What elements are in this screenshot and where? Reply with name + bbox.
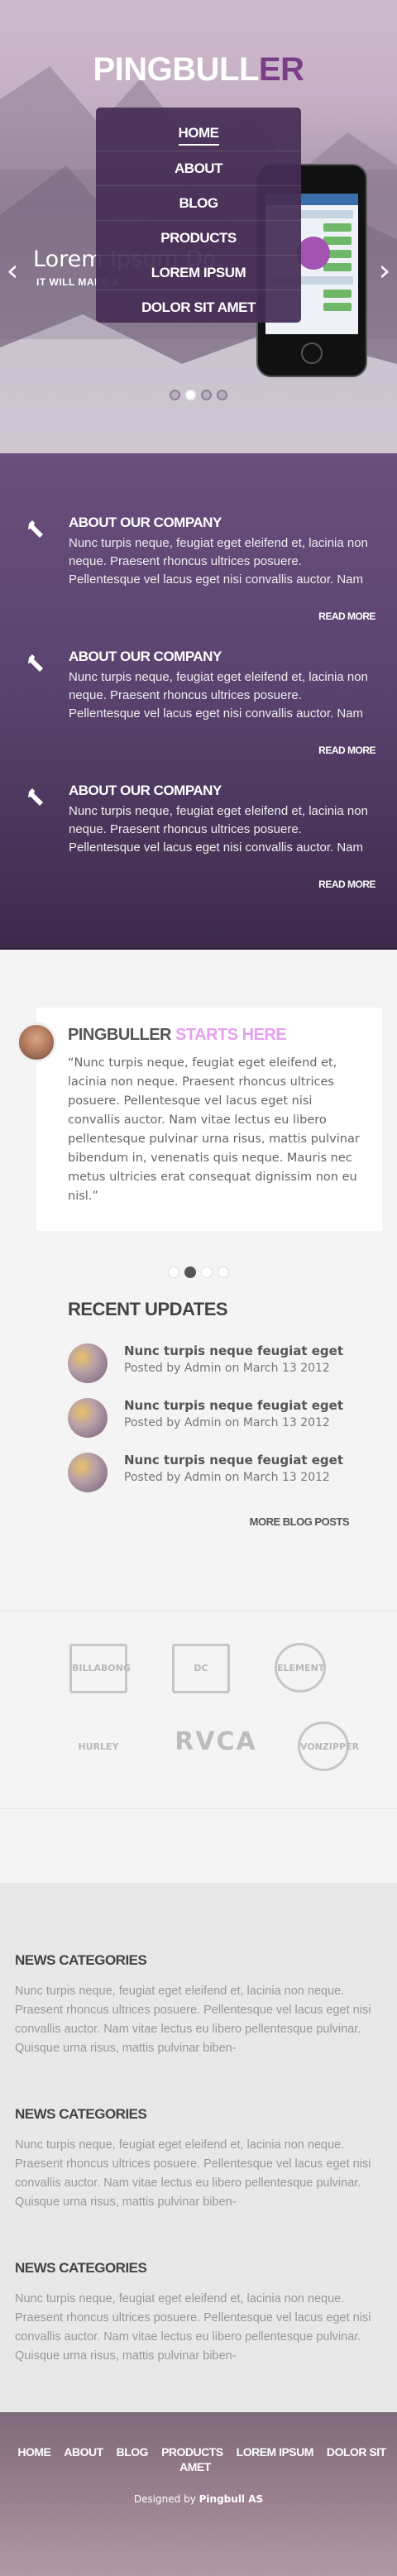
about-item: ABOUT OUR COMPANY Nunc turpis neque, feug… <box>26 649 375 783</box>
wrench-icon <box>26 520 48 541</box>
post-title[interactable]: Nunc turpis neque feugiat eget <box>124 1398 397 1416</box>
about-item-text: Nunc turpis neque, feugiat eget eleifend… <box>69 804 368 855</box>
post-item[interactable]: Nunc turpis neque feugiat eget Posted by … <box>68 1453 397 1507</box>
testimonial-title: PINGBULLER STARTS HERE <box>68 1026 287 1044</box>
news-category-text: Nunc turpis neque, feugiat eget eleifend… <box>15 2292 371 2363</box>
recent-updates-heading: RECENT UPDATES <box>68 1299 228 1319</box>
news-category-text: Nunc turpis neque, feugiat eget eleifend… <box>15 2138 371 2209</box>
nav-item-dolor-sit-amet[interactable]: DOLOR SIT AMET <box>96 290 301 324</box>
next-slide-arrow-icon[interactable]: › <box>374 255 395 288</box>
news-category-title: NEWS CATEGORIES <box>15 1952 147 1968</box>
post-thumbnail <box>68 1398 108 1438</box>
footer-nav-item-about[interactable]: ABOUT <box>64 2445 103 2459</box>
news-category-text: Nunc turpis neque, feugiat eget eleifend… <box>15 1985 371 2055</box>
news-section: NEWS CATEGORIES Nunc turpis neque, feugia… <box>0 1883 397 2412</box>
about-item-text: Nunc turpis neque, feugiat eget eleifend… <box>69 536 368 587</box>
testimonial-dot[interactable] <box>201 1266 213 1278</box>
post-item[interactable]: Nunc turpis neque feugiat eget Posted by … <box>68 1343 397 1398</box>
brand-logos: BILLABONG DC ELEMENT HURLEY RVCA VONZIPPER <box>0 1611 397 1809</box>
brand-logo-billabong[interactable]: BILLABONG <box>69 1644 131 1693</box>
hero-slider: PINGBULLER Lorem Ipsum Do IT WILL MAKE A… <box>0 0 397 453</box>
about-item: ABOUT OUR COMPANY Nunc turpis neque, feug… <box>26 515 375 649</box>
news-category: NEWS CATEGORIES Nunc turpis neque, feugia… <box>15 2260 382 2414</box>
post-thumbnail <box>68 1453 108 1492</box>
site-logo[interactable]: PINGBULLER <box>0 51 397 89</box>
more-blog-posts-link[interactable]: MORE BLOG POSTS <box>0 1507 397 1528</box>
nav-item-home[interactable]: HOME <box>96 116 301 151</box>
post-meta: Posted by Admin on March 13 2012 <box>124 1362 330 1375</box>
avatar <box>17 1022 56 1062</box>
footer-nav-item-home[interactable]: HOME <box>17 2445 51 2459</box>
read-more-link[interactable]: READ MORE <box>318 879 375 890</box>
footer-credit: Designed by Pingbull AS <box>133 2493 264 2505</box>
testimonial-dot[interactable] <box>218 1266 229 1278</box>
prev-slide-arrow-icon[interactable]: ‹ <box>2 255 23 288</box>
brand-logo-hurley[interactable]: HURLEY <box>69 1741 127 1791</box>
recent-updates: RECENT UPDATES Nunc turpis neque feugiat… <box>0 1299 397 1507</box>
news-category: NEWS CATEGORIES Nunc turpis neque, feugia… <box>15 2106 382 2260</box>
about-item-text: Nunc turpis neque, feugiat eget eleifend… <box>69 670 368 721</box>
testimonial-box: PINGBULLER STARTS HERE “Nunc turpis nequ… <box>17 1008 382 1231</box>
post-thumbnail <box>68 1343 108 1383</box>
slider-dots <box>0 388 397 404</box>
post-item[interactable]: Nunc turpis neque feugiat eget Posted by … <box>68 1398 397 1453</box>
testimonial-dot[interactable] <box>168 1266 179 1278</box>
post-title[interactable]: Nunc turpis neque feugiat eget <box>124 1343 397 1362</box>
logo-accent: ER <box>258 51 304 88</box>
footer-nav-item-blog[interactable]: BLOG <box>117 2445 149 2459</box>
about-item-title: ABOUT OUR COMPANY <box>69 515 222 530</box>
content-section: PINGBULLER STARTS HERE “Nunc turpis nequ… <box>0 950 397 1883</box>
brand-logo-dc[interactable]: DC <box>172 1644 230 1693</box>
news-category-title: NEWS CATEGORIES <box>15 2106 147 2122</box>
brand-logo-vonzipper[interactable]: VONZIPPER <box>298 1721 359 1771</box>
main-nav-menu: HOME ABOUT BLOG PRODUCTS LOREM IPSUM DOLOR SI… <box>96 108 301 323</box>
footer-nav-item-products[interactable]: PRODUCTS <box>161 2445 223 2459</box>
news-category: NEWS CATEGORIES Nunc turpis neque, feugia… <box>15 1952 382 2106</box>
slider-dot[interactable] <box>217 390 227 400</box>
footer-nav: HOME ABOUT BLOG PRODUCTS LOREM IPSUM DOLOR SI… <box>0 2445 397 2493</box>
about-item-title: ABOUT OUR COMPANY <box>69 649 222 664</box>
wrench-icon <box>26 654 48 675</box>
brand-logo-rvca[interactable]: RVCA <box>172 1717 260 1767</box>
news-category-title: NEWS CATEGORIES <box>15 2260 147 2276</box>
slider-dot[interactable] <box>201 390 212 400</box>
testimonial-quote: “Nunc turpis neque, feugiat eget eleifen… <box>68 1056 360 1203</box>
post-meta: Posted by Admin on March 13 2012 <box>124 1471 330 1484</box>
nav-item-lorem-ipsum[interactable]: LOREM IPSUM <box>96 255 301 290</box>
wrench-icon <box>26 788 48 809</box>
slider-dot[interactable] <box>185 390 196 400</box>
brand-logo-element[interactable]: ELEMENT <box>275 1643 326 1693</box>
nav-item-blog[interactable]: BLOG <box>96 185 301 220</box>
post-meta: Posted by Admin on March 13 2012 <box>124 1416 330 1429</box>
credit-link[interactable]: Pingbull AS <box>199 2493 264 2505</box>
testimonial-dots <box>0 1231 397 1299</box>
nav-item-about[interactable]: ABOUT <box>96 151 301 185</box>
post-title[interactable]: Nunc turpis neque feugiat eget <box>124 1453 397 1471</box>
read-more-link[interactable]: READ MORE <box>318 610 375 622</box>
footer: HOME ABOUT BLOG PRODUCTS LOREM IPSUM DOLOR SI… <box>0 2412 397 2576</box>
slider-dot[interactable] <box>170 390 180 400</box>
about-item: ABOUT OUR COMPANY Nunc turpis neque, feug… <box>26 783 375 917</box>
about-item-title: ABOUT OUR COMPANY <box>69 783 222 798</box>
read-more-link[interactable]: READ MORE <box>318 745 375 756</box>
testimonial-dot[interactable] <box>184 1266 196 1278</box>
footer-nav-item-lorem-ipsum[interactable]: LOREM IPSUM <box>237 2445 314 2459</box>
about-section: ABOUT OUR COMPANY Nunc turpis neque, feug… <box>0 453 397 950</box>
logo-text: PINGBULL <box>93 51 259 88</box>
nav-item-products[interactable]: PRODUCTS <box>96 220 301 255</box>
